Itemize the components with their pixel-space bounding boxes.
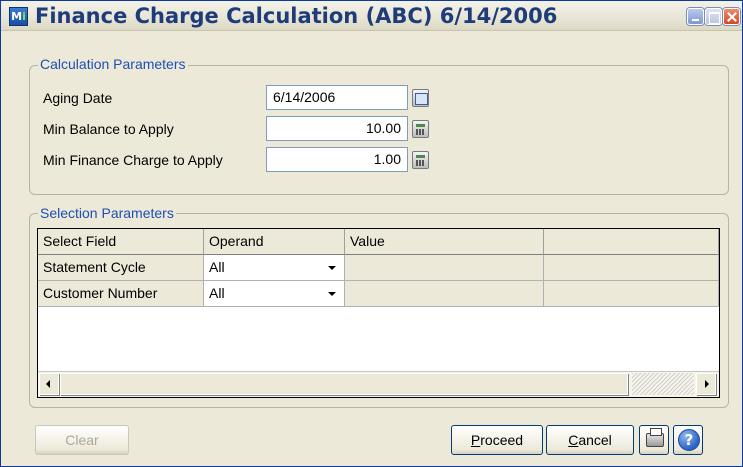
scroll-left-arrow-icon[interactable]	[39, 373, 59, 395]
cancel-mnemonic: C	[568, 432, 579, 448]
column-header-operand[interactable]: Operand	[204, 229, 345, 255]
selection-parameters-legend: Selection Parameters	[38, 205, 176, 221]
help-button[interactable]: ?	[673, 425, 703, 455]
minimize-button[interactable]	[687, 8, 704, 25]
min-balance-field[interactable]: 10.00	[266, 116, 408, 141]
maximize-button[interactable]	[705, 8, 722, 25]
app-icon-letter-m: M	[11, 10, 23, 23]
blank-cell	[544, 281, 719, 307]
selection-grid: Select Field Operand Value Statement Cyc…	[37, 228, 720, 398]
aging-date-field[interactable]: 6/14/2006	[266, 85, 408, 110]
min-balance-label: Min Balance to Apply	[43, 121, 174, 137]
column-header-blank	[544, 229, 719, 255]
proceed-button[interactable]: Proceed	[451, 425, 543, 455]
title-bar[interactable]: Mi Finance Charge Calculation (ABC) 6/14…	[1, 1, 742, 31]
proceed-mnemonic: P	[470, 432, 481, 448]
printer-icon	[646, 428, 664, 447]
column-header-select-field[interactable]: Select Field	[38, 229, 204, 255]
table-row[interactable]: Statement Cycle All	[38, 255, 719, 281]
calculation-parameters-legend: Calculation Parameters	[38, 56, 188, 72]
scrollbar-thumb[interactable]	[60, 373, 628, 395]
close-button[interactable]	[723, 8, 740, 25]
cancel-button[interactable]: Cancel	[546, 425, 634, 455]
proceed-label: roceed	[480, 432, 524, 448]
finance-charge-window: Mi Finance Charge Calculation (ABC) 6/14…	[0, 0, 743, 467]
operand-dropdown-arrow-icon[interactable]	[321, 282, 343, 305]
operand-dropdown-arrow-icon[interactable]	[321, 256, 343, 279]
print-button[interactable]	[639, 425, 669, 455]
help-icon: ?	[678, 429, 700, 451]
app-icon-letter-i: i	[22, 10, 26, 23]
calculator-icon[interactable]	[412, 120, 429, 138]
min-finance-charge-label: Min Finance Charge to Apply	[43, 152, 223, 168]
select-field-cell[interactable]: Customer Number	[38, 281, 204, 307]
app-icon[interactable]: Mi	[9, 7, 28, 26]
value-cell[interactable]	[345, 281, 544, 307]
column-header-value[interactable]: Value	[345, 229, 544, 255]
window-title: Finance Charge Calculation (ABC) 6/14/20…	[35, 4, 558, 28]
scrollbar-track[interactable]	[632, 373, 694, 395]
clear-button[interactable]: Clear	[35, 425, 129, 455]
blank-cell	[544, 255, 719, 281]
calendar-icon[interactable]	[412, 89, 429, 107]
table-row[interactable]: Customer Number All	[38, 281, 719, 307]
min-finance-charge-field[interactable]: 1.00	[266, 147, 408, 172]
calculator-icon[interactable]	[412, 151, 429, 169]
horizontal-scrollbar[interactable]	[38, 371, 719, 397]
grid-header-row: Select Field Operand Value	[38, 229, 719, 255]
select-field-cell[interactable]: Statement Cycle	[38, 255, 204, 281]
scroll-right-arrow-icon[interactable]	[696, 373, 716, 395]
cancel-label: ancel	[578, 432, 612, 448]
aging-date-label: Aging Date	[43, 90, 113, 106]
value-cell[interactable]	[345, 255, 544, 281]
